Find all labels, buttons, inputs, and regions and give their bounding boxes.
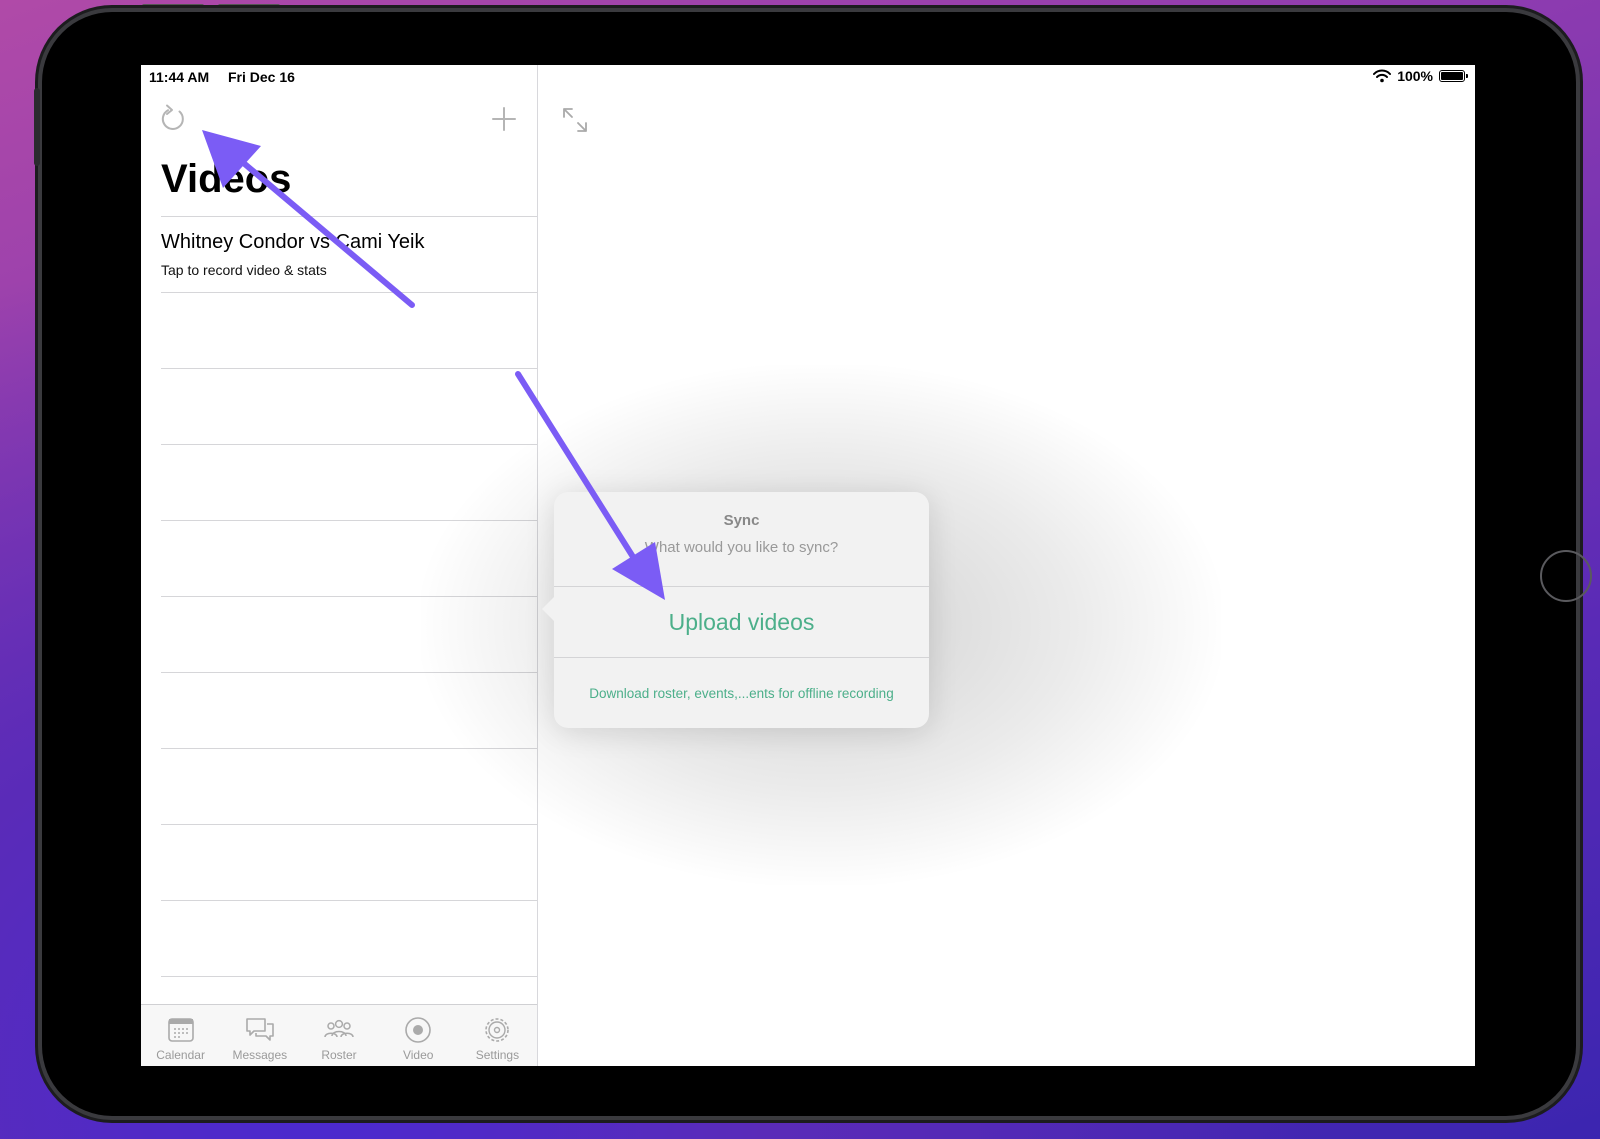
calendar-icon — [167, 1018, 194, 1042]
tab-label: Settings — [475, 1048, 520, 1062]
tab-label: Roster — [321, 1048, 357, 1062]
list-item[interactable]: Whitney Condor vs Cami Yeik Tap to recor… — [161, 216, 537, 292]
empty-row — [161, 900, 537, 976]
wifi-icon — [1373, 69, 1392, 83]
add-icon[interactable] — [490, 105, 518, 133]
sync-popover: Sync What would you like to sync? Upload… — [542, 492, 929, 728]
list-item-title: Whitney Condor vs Cami Yeik — [161, 231, 425, 253]
expand-icon[interactable] — [560, 105, 590, 135]
upload-videos-button[interactable]: Upload videos — [554, 587, 929, 658]
tab-messages[interactable]: Messages — [220, 1005, 299, 1066]
status-right: 100% — [1373, 68, 1468, 84]
ipad-screen: 11:44 AM Fri Dec 16 100% Videos Whitney … — [141, 65, 1475, 1066]
download-data-button[interactable]: Download roster, events,...ents for offl… — [554, 658, 929, 728]
empty-row — [161, 292, 537, 368]
tab-settings[interactable]: Settings — [458, 1005, 537, 1066]
popover-title: Sync — [723, 512, 760, 529]
tab-roster[interactable]: Roster — [299, 1005, 378, 1066]
home-button[interactable] — [1540, 550, 1592, 602]
battery-percent: 100% — [1397, 68, 1433, 84]
page-title: Videos — [161, 157, 292, 201]
video-icon — [405, 1017, 432, 1043]
tab-calendar[interactable]: Calendar — [141, 1005, 220, 1066]
tab-label: Messages — [232, 1048, 288, 1062]
settings-icon — [485, 1018, 510, 1042]
refresh-icon[interactable] — [157, 103, 189, 135]
tab-label: Video — [402, 1048, 434, 1062]
power-button-top — [218, 4, 280, 10]
roster-icon — [324, 1019, 354, 1038]
popover-message: What would you like to sync? — [644, 539, 839, 556]
side-button — [34, 88, 40, 166]
volume-button-top — [142, 4, 204, 10]
popover-header: Sync What would you like to sync? — [554, 492, 929, 587]
list-item-subtitle: Tap to record video & stats — [161, 262, 327, 278]
tab-label: Calendar — [156, 1048, 205, 1062]
popover-arrow — [542, 597, 554, 621]
battery-icon — [1439, 70, 1468, 82]
messages-icon — [245, 1018, 274, 1041]
tab-video[interactable]: Video — [379, 1005, 458, 1066]
tab-bar: Calendar Messages Roster Video Settings — [141, 1004, 537, 1066]
